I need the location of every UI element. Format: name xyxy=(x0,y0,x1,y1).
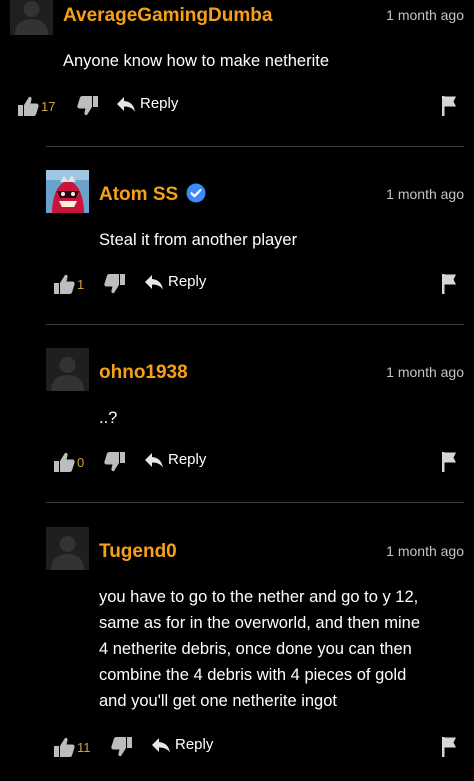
comment-text-line: 4 netherite debris, once done you can th… xyxy=(99,640,412,658)
dislike-button[interactable] xyxy=(104,451,126,473)
thumbs-up-icon xyxy=(18,96,39,116)
avatar[interactable] xyxy=(10,0,53,35)
like-count: 0 xyxy=(77,454,85,470)
avatar[interactable] xyxy=(46,170,89,213)
reply-arrow-icon xyxy=(145,274,163,289)
flag-button[interactable] xyxy=(441,273,457,300)
flag-button[interactable] xyxy=(441,95,457,122)
reply-label: Reply xyxy=(168,451,207,468)
reply-label: Reply xyxy=(140,95,179,112)
default-avatar-icon xyxy=(46,527,89,570)
comment-text-line: you have to go to the nether and go to y… xyxy=(99,588,419,606)
avatar[interactable] xyxy=(46,348,89,391)
thumbs-down-icon xyxy=(77,96,98,116)
reply-arrow-icon xyxy=(145,452,163,467)
comment-text: you have to go to the nether and go to y… xyxy=(99,584,469,714)
avatar[interactable] xyxy=(46,527,89,570)
flag-button[interactable] xyxy=(441,451,457,478)
divider xyxy=(46,146,464,147)
thumbs-up-icon xyxy=(54,452,75,472)
comment: Tugend0 1 month ago you have to go to th… xyxy=(0,527,474,781)
like-button[interactable]: 1 xyxy=(53,273,84,295)
like-button[interactable]: 0 xyxy=(53,451,84,473)
comment-text-line: combine the 4 debris with 4 pieces of go… xyxy=(99,666,407,684)
like-button[interactable]: 11 xyxy=(53,736,91,758)
reply-button[interactable]: Reply xyxy=(144,273,206,290)
comment: Atom SS 1 month ago Steal it from anothe… xyxy=(0,170,474,310)
thumbs-up-icon xyxy=(54,737,75,757)
username[interactable]: Tugend0 xyxy=(99,541,177,563)
comment: ohno1938 1 month ago ..? 0 Reply xyxy=(0,348,474,488)
reply-label: Reply xyxy=(175,736,214,753)
username[interactable]: AverageGamingDumba xyxy=(63,5,272,27)
timestamp: 1 month ago xyxy=(386,364,464,380)
username[interactable]: ohno1938 xyxy=(99,362,188,384)
default-avatar-icon xyxy=(10,0,53,35)
user-photo-avatar xyxy=(46,170,89,213)
dislike-button[interactable] xyxy=(104,273,126,295)
comment-text: ..? xyxy=(99,409,118,427)
comment-text: Anyone know how to make netherite xyxy=(63,52,329,70)
flag-icon xyxy=(442,737,456,757)
comment-text-line: and you'll get one netherite ingot xyxy=(99,692,337,710)
thumbs-up-icon xyxy=(54,274,75,294)
reply-button[interactable]: Reply xyxy=(116,95,178,112)
comment-actions: 1 Reply xyxy=(53,273,464,299)
flag-icon xyxy=(442,452,456,472)
thumbs-down-icon xyxy=(111,737,132,757)
reply-button[interactable]: Reply xyxy=(151,736,213,753)
thumbs-down-icon xyxy=(104,274,125,294)
reply-label: Reply xyxy=(168,273,207,290)
comment-actions: 0 Reply xyxy=(53,451,464,477)
comment-actions: 11 Reply xyxy=(53,736,464,762)
dislike-button[interactable] xyxy=(111,736,133,758)
verified-badge-icon xyxy=(186,183,206,209)
thumbs-down-icon xyxy=(104,452,125,472)
comment-actions: 17 Reply xyxy=(17,95,464,121)
comment-text-line: same as for in the overworld, and then m… xyxy=(99,614,421,632)
like-count: 1 xyxy=(77,276,85,292)
divider xyxy=(46,324,464,325)
reply-arrow-icon xyxy=(117,96,135,111)
username-text[interactable]: Atom SS xyxy=(99,184,178,205)
flag-icon xyxy=(442,274,456,294)
comment-text: Steal it from another player xyxy=(99,231,298,249)
dislike-button[interactable] xyxy=(77,95,99,117)
default-avatar-icon xyxy=(46,348,89,391)
like-button[interactable]: 17 xyxy=(17,95,55,117)
divider xyxy=(46,502,464,503)
comment: AverageGamingDumba 1 month ago Anyone kn… xyxy=(0,0,474,140)
reply-button[interactable]: Reply xyxy=(144,451,206,468)
flag-icon xyxy=(442,96,456,116)
timestamp: 1 month ago xyxy=(386,186,464,202)
like-count: 11 xyxy=(77,739,91,755)
timestamp: 1 month ago xyxy=(386,543,464,559)
timestamp: 1 month ago xyxy=(386,7,464,23)
flag-button[interactable] xyxy=(441,736,457,763)
username[interactable]: Atom SS xyxy=(99,183,206,209)
reply-arrow-icon xyxy=(152,737,170,752)
like-count: 17 xyxy=(41,98,56,114)
